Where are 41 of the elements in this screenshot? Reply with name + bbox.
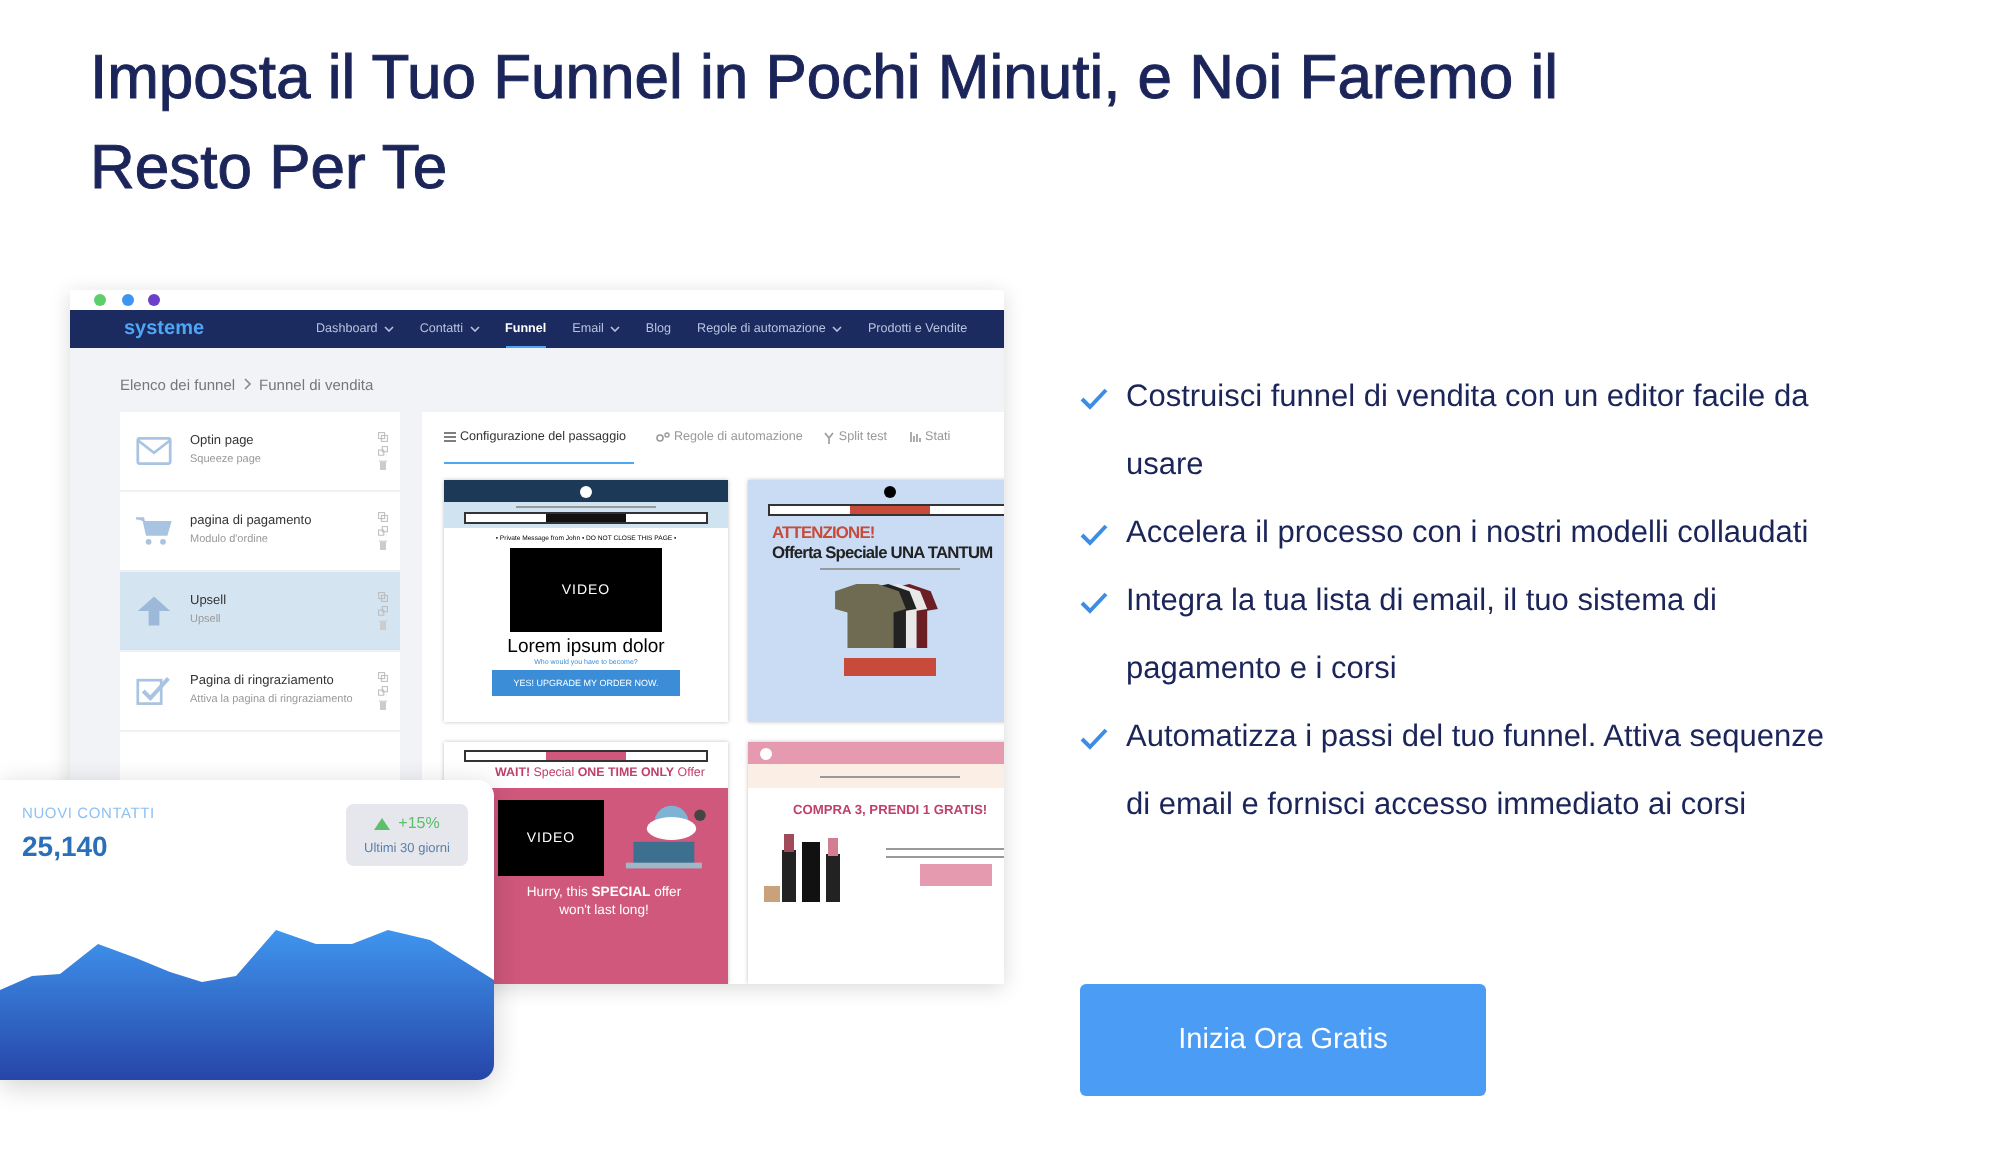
link-icon[interactable] [378,686,388,696]
up-arrow-icon [136,596,172,626]
copy-icon[interactable] [378,592,388,602]
check-icon [1080,728,1108,750]
bar-chart-icon [909,432,922,442]
menu-icon [444,432,456,442]
cart-icon [136,516,172,546]
trash-icon[interactable] [378,540,388,550]
feature-text: Accelera il processo con i nostri modelli collaudati [1126,514,1811,554]
trash-icon[interactable] [378,460,388,470]
up-triangle-icon [374,817,391,829]
check-icon [1080,524,1108,546]
copy-icon[interactable] [378,512,388,522]
alert-text: ATTENZIONE! [772,522,875,542]
link-icon[interactable] [378,606,388,616]
page-preview[interactable]: ATTENZIONE! Offerta Speciale UNA TANTUM [748,480,1004,722]
check-icon [1080,592,1108,614]
add-button[interactable] [844,658,936,676]
copy-icon[interactable] [378,432,388,442]
copy-icon[interactable] [378,672,388,682]
check-icon [1080,388,1108,410]
envelope-icon [136,436,172,466]
trash-icon[interactable] [378,700,388,710]
preview-title: Offerta Speciale UNA TANTUM [772,542,993,562]
change-value: +15% [398,814,440,832]
add-button[interactable] [920,863,992,885]
chevron-icon [243,378,252,390]
gears-icon [655,432,670,442]
feature-text: Integra la tua lista di email, il tuo sistema di pagamento e i corsi [1126,582,1719,690]
link-icon[interactable] [378,446,388,456]
trash-icon[interactable] [378,620,388,630]
window-dots-icon [94,294,162,307]
stats-value: 25,140 [22,830,110,862]
app-logo: systeme [124,318,207,341]
link-icon[interactable] [378,526,388,536]
preview-title: Lorem ipsum dolor [507,636,665,658]
feature-text: Costruisci funnel di vendita con un editor facile da usare [1126,378,1811,486]
checkbox-icon [136,676,172,706]
feature-text: Automatizza i passi del tuo funnel. Attiva sequenze di email e fornisci accesso immediato ai corsi [1126,718,1826,826]
page-heading: Imposta il Tuo Funnel in Pochi Minuti, e Noi Faremo il Resto Per Te [88,40,1560,206]
split-icon [824,431,835,443]
